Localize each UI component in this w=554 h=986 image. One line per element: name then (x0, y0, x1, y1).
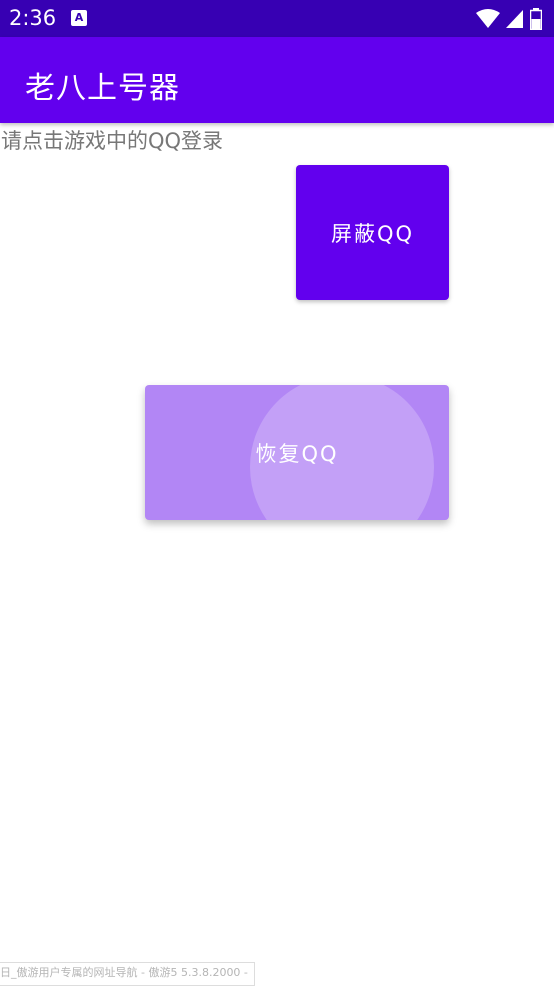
notification-icon: A (71, 10, 87, 26)
status-bar: 2:36 A (0, 0, 554, 37)
restore-qq-label: 恢复QQ (255, 441, 339, 466)
block-qq-label: 屏蔽QQ (330, 221, 415, 246)
block-qq-button[interactable]: 屏蔽QQ (296, 165, 449, 300)
battery-icon (530, 8, 542, 30)
signal-icon (506, 10, 523, 28)
status-time: 2:36 (9, 6, 57, 30)
app-title: 老八上号器 (25, 71, 180, 106)
app-bar: 老八上号器 (0, 37, 554, 123)
status-icons (476, 8, 542, 30)
instruction-text: 请点击游戏中的QQ登录 (1, 129, 224, 153)
restore-qq-button[interactable]: 恢复QQ (145, 385, 449, 520)
wifi-icon (476, 9, 500, 28)
bottom-notification-bar[interactable]: 日_傲游用户专属的网址导航 - 傲游5 5.3.8.2000 - (0, 962, 255, 986)
